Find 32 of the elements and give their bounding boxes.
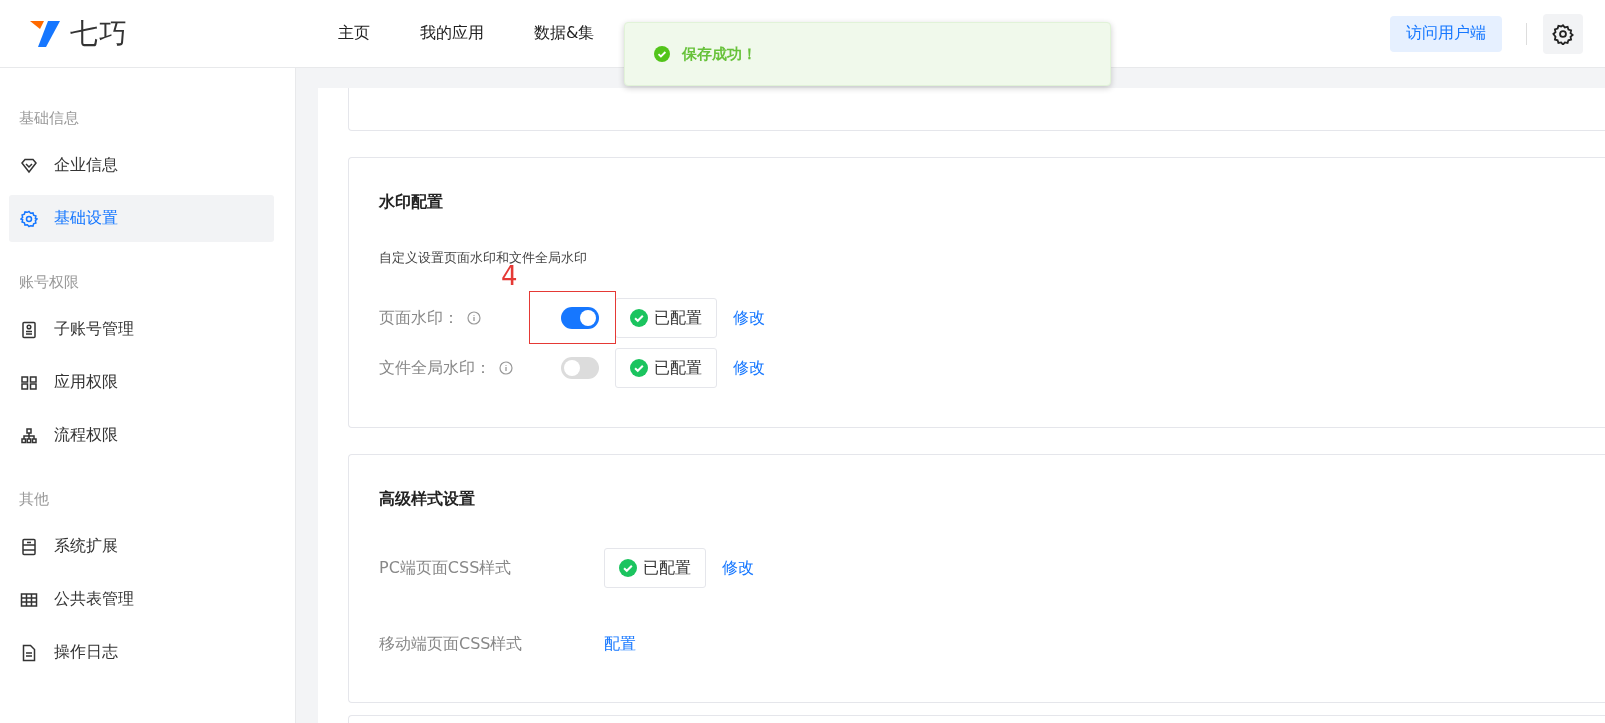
configure-link[interactable]: 配置: [604, 633, 636, 655]
nav-link[interactable]: 数据&集: [534, 23, 595, 44]
sidebar-item[interactable]: 子账号管理: [9, 306, 274, 353]
nav-link[interactable]: 主页: [338, 23, 370, 44]
visit-client-button[interactable]: 访问用户端: [1390, 15, 1502, 52]
sidebar-item[interactable]: 公共表管理: [9, 576, 274, 623]
toast-message: 保存成功！: [682, 44, 757, 64]
section-title: 高级样式设置: [379, 488, 476, 510]
nav-link[interactable]: 我的应用: [420, 23, 484, 44]
sidebar-section-title: 基础信息: [18, 108, 80, 129]
sidebar-item[interactable]: 应用权限: [9, 359, 274, 406]
section-description: 自定义设置页面水印和文件全局水印: [379, 249, 587, 265]
sidebar-item[interactable]: 操作日志: [9, 629, 274, 676]
edit-link[interactable]: 修改: [722, 557, 754, 579]
status-text: 已配置: [654, 307, 702, 329]
status-text: 已配置: [643, 557, 691, 579]
setting-label: 页面水印：: [379, 307, 459, 329]
sidebar-item[interactable]: 流程权限: [9, 412, 274, 459]
sidebar-section-title: 其他: [18, 489, 50, 510]
annotation-number: 4: [501, 263, 518, 289]
setting-label: 移动端页面CSS样式: [379, 633, 524, 655]
status-text: 已配置: [654, 357, 702, 379]
sidebar-item[interactable]: 企业信息: [9, 142, 274, 189]
sidebar-item[interactable]: 系统扩展: [9, 523, 274, 570]
setting-label: PC端页面CSS样式: [379, 557, 513, 579]
sidebar-item[interactable]: 基础设置: [9, 195, 274, 242]
section-title: 水印配置: [379, 191, 444, 213]
edit-link[interactable]: 修改: [733, 307, 765, 329]
sidebar-section-title: 账号权限: [18, 272, 80, 293]
setting-label: 文件全局水印：: [379, 357, 491, 379]
logo-text: 七巧: [70, 15, 128, 52]
edit-link[interactable]: 修改: [733, 357, 765, 379]
